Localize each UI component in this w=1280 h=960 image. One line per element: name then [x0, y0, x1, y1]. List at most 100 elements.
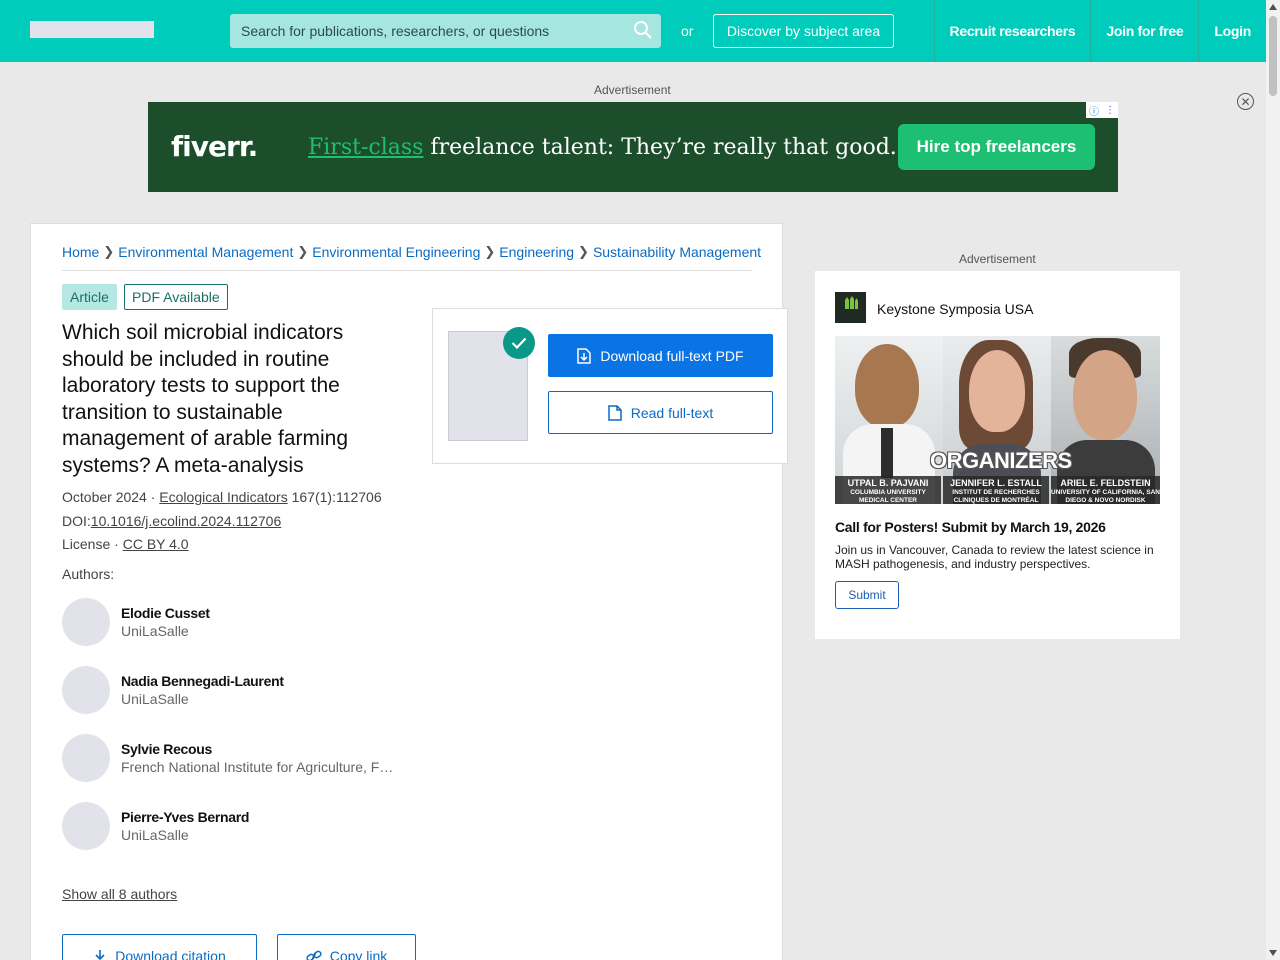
fiverr-logo: fiverr.	[171, 130, 258, 163]
more-options-icon[interactable]: ⋮	[1105, 105, 1115, 116]
search-placeholder: Search for publications, researchers, or…	[241, 23, 550, 39]
breadcrumb: Home ❯ Environmental Management ❯ Enviro…	[62, 244, 761, 271]
author-item[interactable]: Elodie Cusset UniLaSalle	[62, 598, 402, 648]
keystone-logo	[835, 292, 866, 323]
close-ad-icon[interactable]: ✕	[1237, 93, 1254, 110]
journal-link[interactable]: Ecological Indicators	[159, 489, 287, 505]
organizers-photo[interactable]: ORGANIZERS UTPAL B. PAJVANI COLUMBIA UNI…	[835, 336, 1160, 504]
ad-headline: Call for Posters! Submit by March 19, 20…	[835, 519, 1106, 535]
page-scrollbar[interactable]	[1266, 0, 1280, 960]
author-item[interactable]: Nadia Bennegadi-Laurent UniLaSalle	[62, 666, 402, 716]
download-citation-button[interactable]: Download citation	[62, 934, 257, 960]
author-affiliation: UniLaSalle	[121, 827, 189, 843]
discover-by-subject-button[interactable]: Discover by subject area	[713, 14, 894, 48]
search-input[interactable]: Search for publications, researchers, or…	[230, 14, 661, 48]
chevron-right-icon: ❯	[297, 244, 309, 259]
recruit-researchers-link[interactable]: Recruit researchers	[933, 0, 1091, 62]
pdf-download-icon	[577, 347, 592, 364]
author-name[interactable]: Pierre-Yves Bernard	[121, 809, 249, 825]
sponsor-name[interactable]: Keystone Symposia USA	[877, 301, 1033, 317]
ad-tagline: First-class freelance talent: They’re re…	[308, 135, 897, 160]
side-ad[interactable]: Keystone Symposia USA ORGANIZERS UTPAL B…	[815, 271, 1180, 639]
organizer-name: ARIEL E. FELDSTEIN	[1060, 478, 1151, 488]
breadcrumb-engineering[interactable]: Engineering	[499, 244, 574, 260]
ad-body: Join us in Vancouver, Canada to review t…	[835, 543, 1154, 571]
author-item[interactable]: Pierre-Yves Bernard UniLaSalle	[62, 802, 402, 852]
top-ad-banner[interactable]: fiverr. First-class freelance talent: Th…	[148, 102, 1118, 192]
article-type-badge: Article	[62, 284, 117, 310]
avatar[interactable]	[62, 734, 110, 782]
organizer-name: JENNIFER L. ESTALL	[950, 478, 1042, 488]
face	[969, 350, 1025, 432]
show-all-authors-link[interactable]: Show all 8 authors	[62, 886, 177, 902]
author-affiliation: UniLaSalle	[121, 691, 189, 707]
info-icon[interactable]: ⓘ	[1089, 103, 1099, 118]
organizers-banner-title: ORGANIZERS	[930, 448, 1072, 473]
journal-volume: 167(1):112706	[291, 489, 382, 505]
avatar[interactable]	[62, 802, 110, 850]
tree-icon	[844, 296, 858, 309]
chevron-right-icon: ❯	[103, 244, 115, 259]
organizer-caption: JENNIFER L. ESTALL INSTITUT DE RECHERCHE…	[943, 476, 1049, 504]
organizer-institution: UNIVERSITY OF CALIFORNIA, SAN DIEGO & NO…	[1051, 489, 1160, 504]
download-fulltext-pdf-button[interactable]: Download full-text PDF	[548, 334, 773, 377]
download-fulltext-label: Download full-text PDF	[600, 347, 744, 364]
license-link[interactable]: CC BY 4.0	[123, 536, 189, 552]
top-ad-label: Advertisement	[594, 83, 671, 97]
breadcrumb-sustainability-management[interactable]: Sustainability Management	[593, 244, 761, 260]
copy-link-button[interactable]: Copy link	[277, 934, 416, 960]
top-nav: Recruit researchers Join for free Login	[933, 0, 1266, 62]
authors-label: Authors:	[62, 566, 115, 582]
read-fulltext-label: Read full-text	[630, 404, 714, 421]
read-fulltext-button[interactable]: Read full-text	[548, 391, 773, 434]
ad-tagline-rest: freelance talent: They’re really that go…	[423, 135, 897, 160]
breadcrumb-environmental-engineering[interactable]: Environmental Engineering	[312, 244, 480, 260]
search-icon[interactable]	[633, 20, 653, 40]
avatar[interactable]	[62, 666, 110, 714]
chevron-right-icon: ❯	[578, 244, 589, 259]
ad-choices[interactable]: ⓘ ⋮	[1086, 102, 1118, 118]
scroll-down-arrow-icon[interactable]	[1269, 950, 1277, 956]
or-text: or	[681, 23, 694, 39]
author-name[interactable]: Elodie Cusset	[121, 605, 210, 621]
download-icon	[95, 950, 105, 960]
download-citation-label: Download citation	[115, 948, 226, 960]
author-name[interactable]: Nadia Bennegadi-Laurent	[121, 673, 284, 689]
document-icon	[608, 404, 622, 421]
top-header: Search for publications, researchers, or…	[0, 0, 1266, 62]
author-item[interactable]: Sylvie Recous French National Institute …	[62, 734, 402, 784]
doi-label: DOI:	[62, 513, 91, 529]
organizer-institution: COLUMBIA UNIVERSITY MEDICAL CENTER	[850, 489, 926, 504]
article-title: Which soil microbial indicators should b…	[62, 321, 348, 477]
license-info: License · CC BY 4.0	[62, 536, 189, 552]
face	[855, 344, 919, 428]
join-for-free-link[interactable]: Join for free	[1090, 0, 1198, 62]
link-icon	[306, 950, 322, 960]
fulltext-access-panel: Download full-text PDF Read full-text	[432, 308, 788, 464]
chevron-right-icon: ❯	[484, 244, 496, 259]
site-logo[interactable]	[30, 21, 154, 38]
organizer-caption: UTPAL B. PAJVANI COLUMBIA UNIVERSITY MED…	[835, 476, 941, 504]
pdf-available-badge: PDF Available	[124, 284, 228, 310]
ad-tagline-highlight: First-class	[308, 135, 424, 160]
tie	[881, 428, 893, 478]
checkmark-icon	[503, 327, 535, 359]
scroll-thumb[interactable]	[1269, 16, 1277, 96]
doi-link[interactable]: 10.1016/j.ecolind.2024.112706	[91, 513, 281, 529]
author-affiliation: French National Institute for Agricultur…	[121, 759, 396, 775]
face	[1073, 350, 1137, 440]
breadcrumb-home[interactable]: Home	[62, 244, 99, 260]
scroll-up-arrow-icon[interactable]	[1269, 4, 1277, 10]
breadcrumb-environmental-management[interactable]: Environmental Management	[118, 244, 293, 260]
license-label: License ·	[62, 536, 119, 552]
author-affiliation: UniLaSalle	[121, 623, 189, 639]
login-link[interactable]: Login	[1198, 0, 1266, 62]
author-name[interactable]: Sylvie Recous	[121, 741, 212, 757]
submit-button[interactable]: Submit	[835, 581, 899, 609]
publication-info: October 2024 · Ecological Indicators 167…	[62, 489, 382, 505]
copy-link-label: Copy link	[329, 948, 388, 960]
hire-freelancers-button[interactable]: Hire top freelancers	[898, 124, 1095, 170]
avatar[interactable]	[62, 598, 110, 646]
side-ad-label: Advertisement	[959, 252, 1036, 266]
organizer-name: UTPAL B. PAJVANI	[847, 478, 929, 488]
